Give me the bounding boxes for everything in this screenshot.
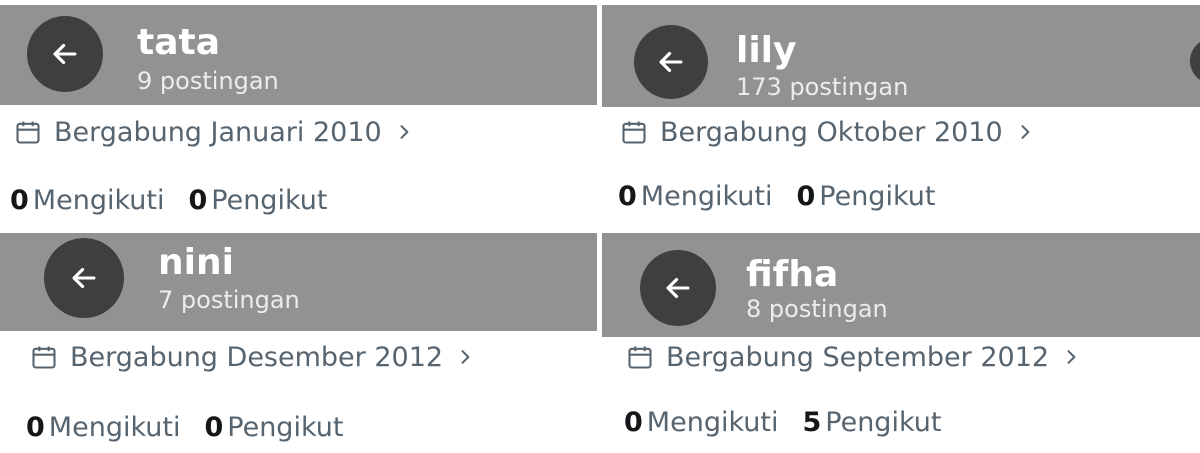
chevron-right-icon	[1067, 350, 1076, 364]
followers-label: Pengikut	[227, 412, 344, 443]
arrow-left-icon	[53, 43, 77, 65]
following-link[interactable]: 0 Mengikuti	[618, 183, 772, 210]
back-button[interactable]	[640, 250, 716, 326]
profile-name: nini	[158, 242, 234, 283]
follow-stats: 0 Mengikuti 0 Pengikut	[10, 187, 327, 214]
followers-count: 0	[796, 181, 816, 212]
join-date: Bergabung September 2012	[626, 343, 1081, 371]
profile-panel-fifha: fifha 8 postingan Bergabung September 20…	[602, 233, 1200, 453]
following-count: 0	[624, 407, 643, 438]
following-link[interactable]: 0 Mengikuti	[624, 409, 778, 436]
followers-label: Pengikut	[211, 185, 328, 216]
following-count: 0	[10, 185, 29, 216]
followers-link[interactable]: 0 Pengikut	[204, 414, 343, 441]
join-date-label: Bergabung September 2012	[666, 341, 1050, 373]
post-count: 8 postingan	[746, 295, 888, 323]
panel-divider	[597, 0, 602, 453]
arrow-left-icon	[666, 277, 690, 299]
join-date-label: Bergabung Desember 2012	[70, 341, 444, 373]
followers-link[interactable]: 0 Pengikut	[796, 183, 935, 210]
following-count: 0	[26, 412, 45, 443]
following-label: Mengikuti	[646, 407, 779, 438]
arrow-left-icon	[72, 267, 96, 289]
calendar-icon	[32, 346, 56, 369]
followers-count: 0	[188, 185, 208, 216]
join-date: Bergabung Desember 2012	[30, 343, 475, 371]
back-button[interactable]	[27, 16, 103, 92]
following-label: Mengikuti	[48, 412, 181, 443]
profile-name: lily	[736, 30, 797, 71]
arrow-left-icon	[659, 51, 683, 73]
followers-label: Pengikut	[819, 181, 936, 212]
profile-header: lily 173 postingan	[602, 5, 1200, 107]
join-date-label: Bergabung Oktober 2010	[660, 116, 1003, 148]
profile-name: fifha	[746, 254, 839, 295]
back-button[interactable]	[634, 25, 708, 99]
followers-count: 0	[204, 412, 224, 443]
calendar-icon	[622, 121, 646, 144]
post-count: 7 postingan	[158, 286, 300, 314]
chevron-right-icon	[400, 125, 409, 139]
chevron-right-icon	[1021, 125, 1030, 139]
profile-panel-nini: nini 7 postingan Bergabung Desember 2012…	[0, 233, 597, 453]
profile-panel-lily: lily 173 postingan Bergabung Oktober 201…	[602, 0, 1200, 230]
profile-name: tata	[137, 22, 221, 63]
post-count: 173 postingan	[736, 73, 909, 101]
follow-stats: 0 Mengikuti 0 Pengikut	[618, 183, 935, 210]
join-date-label: Bergabung Januari 2010	[54, 116, 382, 148]
calendar-icon	[16, 121, 40, 144]
following-count: 0	[618, 181, 637, 212]
followers-link[interactable]: 5 Pengikut	[802, 409, 941, 436]
following-link[interactable]: 0 Mengikuti	[26, 414, 180, 441]
profile-header: tata 9 postingan	[0, 5, 597, 105]
chevron-right-icon	[461, 350, 470, 364]
profile-header: nini 7 postingan	[0, 233, 597, 331]
followers-label: Pengikut	[825, 407, 942, 438]
follow-stats: 0 Mengikuti 0 Pengikut	[26, 414, 343, 441]
join-date: Bergabung Oktober 2010	[620, 118, 1035, 146]
followers-link[interactable]: 0 Pengikut	[188, 187, 327, 214]
calendar-icon	[628, 346, 652, 369]
follow-stats: 0 Mengikuti 5 Pengikut	[624, 409, 941, 436]
following-label: Mengikuti	[32, 185, 165, 216]
join-date: Bergabung Januari 2010	[14, 118, 414, 146]
following-label: Mengikuti	[640, 181, 773, 212]
post-count: 9 postingan	[137, 67, 279, 95]
profile-panel-tata: tata 9 postingan Bergabung Januari 2010 …	[0, 0, 597, 230]
profile-header: fifha 8 postingan	[602, 233, 1200, 337]
back-button[interactable]	[44, 238, 124, 318]
followers-count: 5	[802, 407, 822, 438]
following-link[interactable]: 0 Mengikuti	[10, 187, 164, 214]
